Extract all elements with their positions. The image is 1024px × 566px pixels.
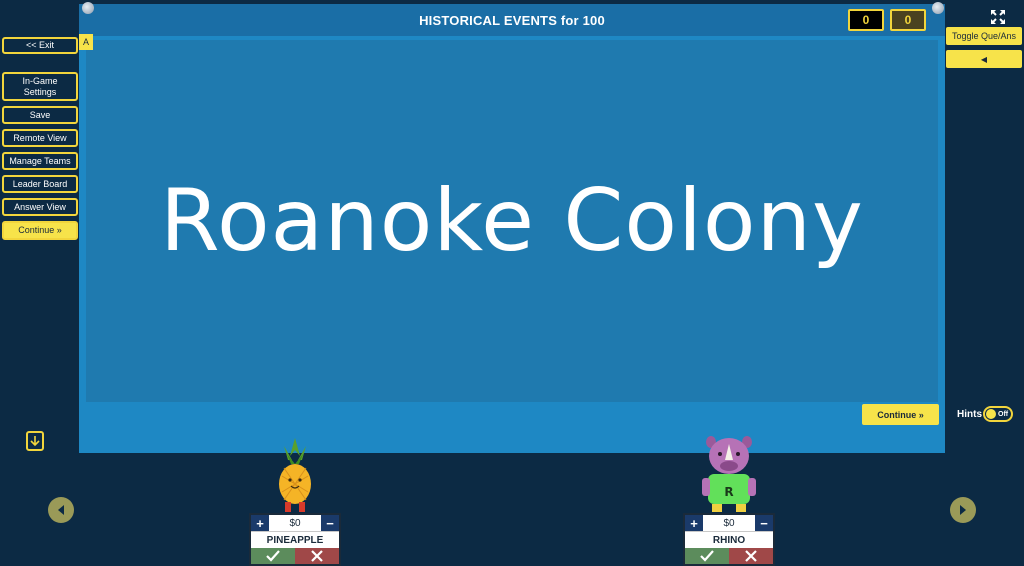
question-panel: Roanoke Colony [86,40,938,402]
hints-toggle[interactable]: Off [983,406,1013,422]
arrow-down-icon [30,436,40,447]
check-icon [700,550,714,562]
team-card-pineapple: + $0 − PINEAPPLE [249,513,341,566]
hints-knob [986,409,996,419]
correct-button[interactable] [251,548,295,564]
answer-view-button[interactable]: Answer View [2,198,78,216]
incorrect-button[interactable] [729,548,773,564]
bolt-icon [82,2,94,14]
correct-button[interactable] [685,548,729,564]
team-name: PINEAPPLE [251,531,339,548]
settings-line1: In-Game [22,75,58,86]
question-board: HISTORICAL EVENTS for 100 0 0 Roanoke Co… [79,4,945,453]
team-marker: A [79,34,93,50]
subtract-points-button[interactable]: − [755,515,773,531]
triangle-left-icon [58,505,64,515]
audio-button[interactable]: ◀ [946,50,1022,68]
next-team-button[interactable] [950,497,976,523]
triangle-right-icon [960,505,966,515]
score-team-a: 0 [848,9,884,31]
scroll-down-button[interactable] [26,431,44,451]
toggle-que-ans-button[interactable]: Toggle Que/Ans [946,27,1022,45]
continue-button[interactable]: Continue » [862,404,939,425]
continue-sidebar-button[interactable]: Continue » [2,221,78,240]
fullscreen-icon[interactable] [990,9,1006,25]
settings-line2: Settings [23,86,57,97]
hints-label: Hints [957,409,982,420]
team-score: $0 [723,517,735,529]
team-score: $0 [289,517,301,529]
add-points-button[interactable]: + [685,515,703,531]
rhino-avatar: R [702,436,756,512]
pineapple-avatar [279,438,311,512]
remote-view-button[interactable]: Remote View [2,129,78,147]
add-points-button[interactable]: + [251,515,269,531]
board-header: HISTORICAL EVENTS for 100 0 0 [79,4,945,36]
team-card-rhino: + $0 − RHINO [683,513,775,566]
svg-text:R: R [724,485,733,499]
in-game-settings-button[interactable]: In-Game Settings [2,72,78,101]
prev-team-button[interactable] [48,497,74,523]
hints-state: Off [998,410,1009,418]
score-team-b: 0 [890,9,926,31]
exit-button[interactable]: << Exit [2,37,78,54]
question-text: Roanoke Colony [160,171,864,271]
incorrect-button[interactable] [295,548,339,564]
leader-board-button[interactable]: Leader Board [2,175,78,193]
team-name: RHINO [685,531,773,548]
save-button[interactable]: Save [2,106,78,124]
check-icon [266,550,280,562]
manage-teams-button[interactable]: Manage Teams [2,152,78,170]
bolt-icon [932,2,944,14]
board-title: HISTORICAL EVENTS for 100 [419,12,605,28]
x-icon [745,550,757,562]
x-icon [311,550,323,562]
subtract-points-button[interactable]: − [321,515,339,531]
